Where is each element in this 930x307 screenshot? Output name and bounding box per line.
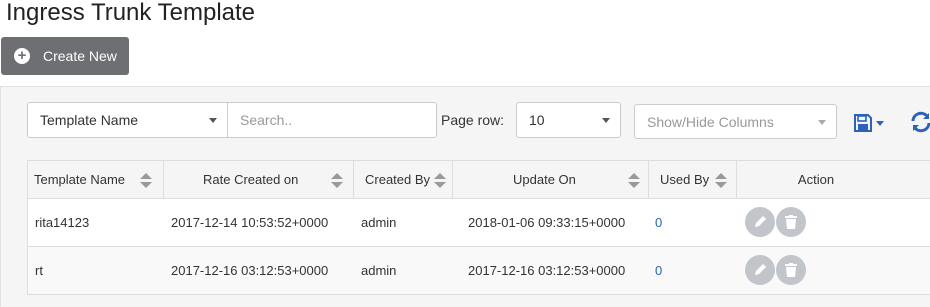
delete-button[interactable] — [776, 255, 806, 285]
cell-update-on: 2017-12-16 03:12:53+0000 — [468, 263, 626, 278]
search-field-select[interactable]: Template Name — [27, 102, 228, 138]
table-row: rita14123 2017-12-14 10:53:52+0000 admin… — [28, 199, 930, 247]
show-hide-columns-placeholder: Show/Hide Columns — [647, 113, 774, 130]
cell-created-by: admin — [361, 215, 397, 230]
chevron-down-icon — [818, 120, 826, 125]
sort-icon[interactable] — [140, 173, 152, 188]
export-dropdown-button[interactable] — [854, 112, 890, 134]
sort-icon[interactable] — [628, 173, 640, 188]
edit-button[interactable] — [745, 255, 775, 285]
column-header-rate-created-on[interactable]: Rate Created on — [164, 161, 354, 198]
plus-circle-icon: + — [14, 48, 30, 64]
cell-rate-created-on: 2017-12-14 10:53:52+0000 — [171, 215, 329, 230]
cell-template-name: rita14123 — [35, 215, 90, 230]
chevron-down-icon — [209, 118, 217, 123]
column-header-created-by[interactable]: Created By — [354, 161, 453, 198]
table-row: rt 2017-12-16 03:12:53+0000 admin 2017-1… — [28, 247, 930, 295]
create-new-button[interactable]: + Create New — [1, 37, 129, 75]
cell-action — [737, 247, 925, 294]
column-header-action: Action — [797, 172, 835, 187]
refresh-icon[interactable] — [909, 110, 930, 134]
cell-action — [737, 199, 925, 246]
pencil-icon — [755, 216, 766, 227]
chevron-down-icon — [602, 118, 610, 123]
cell-update-on: 2018-01-06 09:33:15+0000 — [468, 215, 626, 230]
page-row-label: Page row: — [441, 112, 505, 128]
page-title: Ingress Trunk Template — [6, 0, 256, 26]
caret-down-icon — [876, 120, 884, 126]
templates-table: Template Name Rate Created on Created By… — [27, 160, 930, 295]
trash-icon — [785, 215, 797, 229]
cell-created-by: admin — [361, 263, 397, 278]
delete-button[interactable] — [776, 207, 806, 237]
trash-icon — [785, 263, 797, 277]
pencil-icon — [755, 264, 766, 275]
search-input[interactable] — [227, 102, 437, 138]
column-header-template-name[interactable]: Template Name — [28, 161, 164, 198]
edit-button[interactable] — [745, 207, 775, 237]
column-header-used-by[interactable]: Used By — [649, 161, 737, 198]
table-header: Template Name Rate Created on Created By… — [28, 160, 930, 199]
create-new-label: Create New — [43, 48, 117, 64]
column-header-update-on[interactable]: Update On — [453, 161, 649, 198]
cell-used-by-link[interactable]: 0 — [649, 247, 737, 294]
cell-used-by-link[interactable]: 0 — [649, 199, 737, 246]
sort-icon[interactable] — [715, 173, 727, 188]
save-icon — [854, 114, 872, 132]
sort-icon[interactable] — [331, 173, 343, 188]
page-row-select[interactable]: 10 — [516, 102, 621, 138]
search-field-value: Template Name — [40, 112, 139, 128]
cell-rate-created-on: 2017-12-16 03:12:53+0000 — [171, 263, 329, 278]
page-row-value: 10 — [529, 112, 545, 128]
show-hide-columns-select[interactable]: Show/Hide Columns — [634, 104, 837, 139]
cell-template-name: rt — [35, 263, 43, 278]
sort-icon[interactable] — [434, 173, 446, 188]
